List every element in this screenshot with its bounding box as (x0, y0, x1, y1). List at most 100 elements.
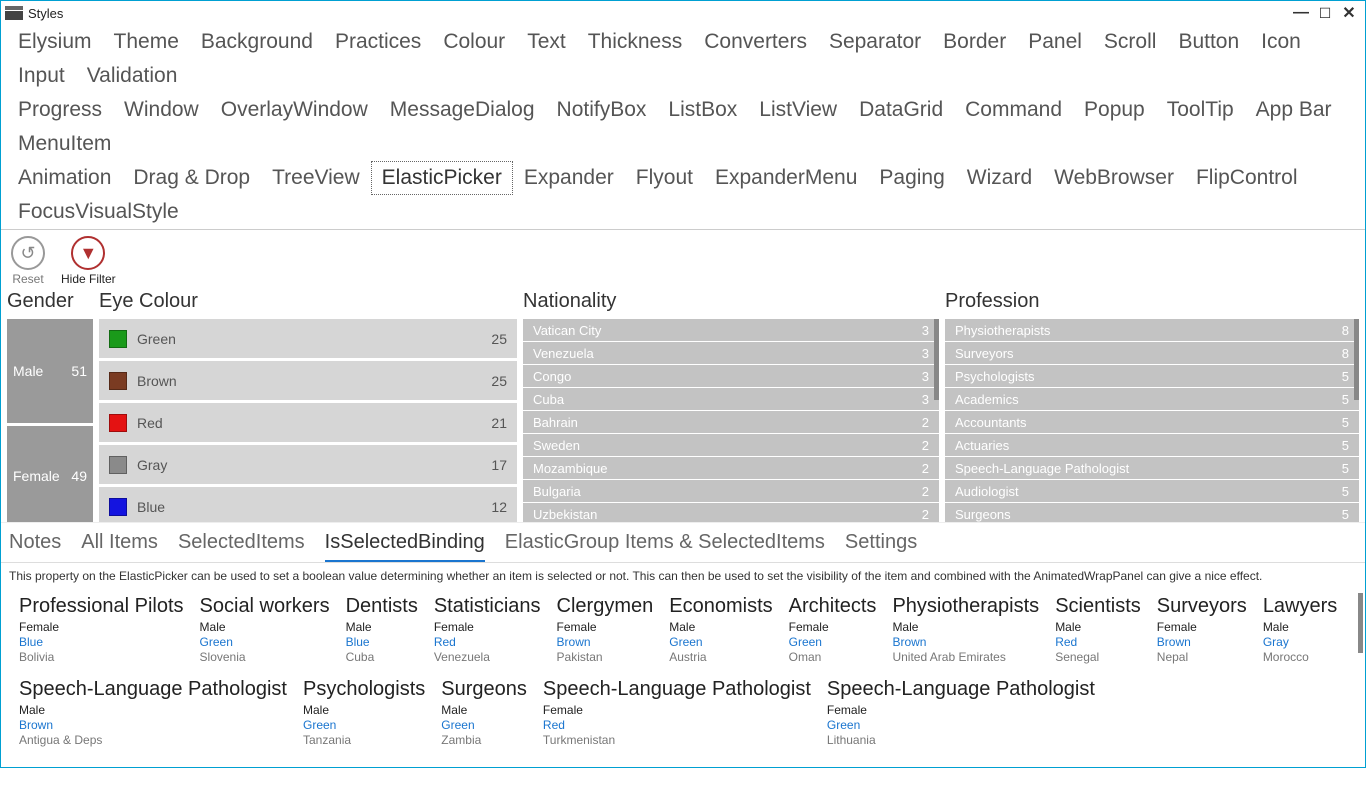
nav-item-validation[interactable]: Validation (76, 59, 189, 93)
eye-item[interactable]: Gray17 (99, 445, 517, 484)
profession-item[interactable]: Academics5 (945, 388, 1359, 410)
hide-filter-button[interactable]: ▼ Hide Filter (61, 236, 116, 286)
nationality-item[interactable]: Vatican City3 (523, 319, 939, 341)
item-card[interactable]: ArchitectsFemaleGreenOman (785, 591, 889, 674)
nav-item-colour[interactable]: Colour (432, 25, 516, 59)
nationality-item[interactable]: Congo3 (523, 365, 939, 387)
lower-tab-notes[interactable]: Notes (9, 529, 61, 562)
profession-item[interactable]: Accountants5 (945, 411, 1359, 433)
item-card[interactable]: Speech-Language PathologistMaleBrownAnti… (15, 674, 299, 757)
item-card[interactable]: PhysiotherapistsMaleBrownUnited Arab Emi… (888, 591, 1051, 674)
item-card[interactable]: ScientistsMaleRedSenegal (1051, 591, 1153, 674)
nav-item-expandermenu[interactable]: ExpanderMenu (704, 161, 868, 195)
eye-item[interactable]: Blue12 (99, 487, 517, 522)
lower-tab-settings[interactable]: Settings (845, 529, 917, 562)
nav-item-webbrowser[interactable]: WebBrowser (1043, 161, 1185, 195)
nav-item-elasticpicker[interactable]: ElasticPicker (371, 161, 513, 195)
nav-item-separator[interactable]: Separator (818, 25, 932, 59)
profession-item[interactable]: Surveyors8 (945, 342, 1359, 364)
item-card[interactable]: EconomistsMaleGreenAustria (665, 591, 784, 674)
nationality-item[interactable]: Cuba3 (523, 388, 939, 410)
card-gender: Male (346, 620, 418, 634)
nav-item-popup[interactable]: Popup (1073, 93, 1156, 127)
item-card[interactable]: Speech-Language PathologistFemaleGreenLi… (823, 674, 1107, 757)
profession-item[interactable]: Actuaries5 (945, 434, 1359, 456)
nav-item-scroll[interactable]: Scroll (1093, 25, 1168, 59)
nav-item-animation[interactable]: Animation (7, 161, 122, 195)
maximize-button[interactable]: ☐ (1313, 3, 1337, 23)
item-card[interactable]: SurveyorsFemaleBrownNepal (1153, 591, 1259, 674)
nav-item-paging[interactable]: Paging (868, 161, 955, 195)
item-card[interactable]: DentistsMaleBlueCuba (342, 591, 430, 674)
nav-item-progress[interactable]: Progress (7, 93, 113, 127)
nav-item-flipcontrol[interactable]: FlipControl (1185, 161, 1309, 195)
lower-tab-elasticgroup-items-selecteditems[interactable]: ElasticGroup Items & SelectedItems (505, 529, 825, 562)
item-card[interactable]: ClergymenFemaleBrownPakistan (553, 591, 666, 674)
nav-item-elysium[interactable]: Elysium (7, 25, 103, 59)
nav-item-converters[interactable]: Converters (693, 25, 818, 59)
profession-item[interactable]: Speech-Language Pathologist5 (945, 457, 1359, 479)
lower-tab-isselectedbinding[interactable]: IsSelectedBinding (325, 529, 485, 562)
card-profession: Dentists (346, 595, 418, 618)
item-card[interactable]: Professional PilotsFemaleBlueBolivia (15, 591, 196, 674)
nav-item-wizard[interactable]: Wizard (956, 161, 1043, 195)
nav-item-notifybox[interactable]: NotifyBox (546, 93, 658, 127)
nav-item-tooltip[interactable]: ToolTip (1156, 93, 1245, 127)
eye-item[interactable]: Red21 (99, 403, 517, 442)
item-card[interactable]: Social workersMaleGreenSlovenia (196, 591, 342, 674)
nav-item-expander[interactable]: Expander (513, 161, 625, 195)
nav-item-button[interactable]: Button (1167, 25, 1250, 59)
eye-item[interactable]: Brown25 (99, 361, 517, 400)
nav-item-practices[interactable]: Practices (324, 25, 432, 59)
item-card[interactable]: LawyersMaleGrayMorocco (1259, 591, 1349, 674)
lower-tab-all-items[interactable]: All Items (81, 529, 158, 562)
nav-item-window[interactable]: Window (113, 93, 210, 127)
main-nav: ElysiumThemeBackgroundPracticesColourTex… (1, 25, 1365, 230)
item-card[interactable]: SurgeonsMaleGreenZambia (437, 674, 539, 757)
nationality-label: Bulgaria (533, 484, 581, 499)
nav-item-drag-drop[interactable]: Drag & Drop (122, 161, 261, 195)
nav-item-treeview[interactable]: TreeView (261, 161, 371, 195)
gender-item-male[interactable]: Male 51 (7, 319, 93, 423)
profession-item[interactable]: Surgeons5 (945, 503, 1359, 522)
nationality-item[interactable]: Bahrain2 (523, 411, 939, 433)
nav-item-menuitem[interactable]: MenuItem (7, 127, 122, 161)
nav-item-background[interactable]: Background (190, 25, 324, 59)
gender-item-female[interactable]: Female 49 (7, 426, 93, 522)
nav-item-theme[interactable]: Theme (103, 25, 190, 59)
nav-item-command[interactable]: Command (954, 93, 1073, 127)
nav-item-panel[interactable]: Panel (1017, 25, 1093, 59)
item-card[interactable]: PsychologistsMaleGreenTanzania (299, 674, 437, 757)
nav-item-thickness[interactable]: Thickness (577, 25, 694, 59)
nav-item-flyout[interactable]: Flyout (625, 161, 704, 195)
nationality-item[interactable]: Uzbekistan2 (523, 503, 939, 522)
profession-item[interactable]: Physiotherapists8 (945, 319, 1359, 341)
nav-item-listbox[interactable]: ListBox (657, 93, 748, 127)
lower-tab-selecteditems[interactable]: SelectedItems (178, 529, 305, 562)
nav-item-border[interactable]: Border (932, 25, 1017, 59)
nav-item-icon[interactable]: Icon (1250, 25, 1312, 59)
nationality-item[interactable]: Venezuela3 (523, 342, 939, 364)
nav-item-input[interactable]: Input (7, 59, 76, 93)
nav-item-focusvisualstyle[interactable]: FocusVisualStyle (7, 195, 190, 229)
app-icon (5, 6, 23, 20)
card-eye-colour: Brown (557, 635, 654, 649)
profession-item[interactable]: Audiologist5 (945, 480, 1359, 502)
nav-item-datagrid[interactable]: DataGrid (848, 93, 954, 127)
reset-button[interactable]: ↺ Reset (11, 236, 45, 286)
nationality-item[interactable]: Mozambique2 (523, 457, 939, 479)
item-card[interactable]: Speech-Language PathologistFemaleRedTurk… (539, 674, 823, 757)
nav-item-text[interactable]: Text (516, 25, 577, 59)
nationality-item[interactable]: Bulgaria2 (523, 480, 939, 502)
profession-count: 5 (1342, 507, 1349, 522)
nav-item-listview[interactable]: ListView (748, 93, 848, 127)
eye-item[interactable]: Green25 (99, 319, 517, 358)
minimize-button[interactable]: — (1289, 3, 1313, 23)
nav-item-messagedialog[interactable]: MessageDialog (379, 93, 546, 127)
nav-item-overlaywindow[interactable]: OverlayWindow (210, 93, 379, 127)
nationality-item[interactable]: Sweden2 (523, 434, 939, 456)
nav-item-app-bar[interactable]: App Bar (1245, 93, 1343, 127)
close-button[interactable]: ✕ (1337, 3, 1361, 23)
profession-item[interactable]: Psychologists5 (945, 365, 1359, 387)
item-card[interactable]: StatisticiansFemaleRedVenezuela (430, 591, 553, 674)
